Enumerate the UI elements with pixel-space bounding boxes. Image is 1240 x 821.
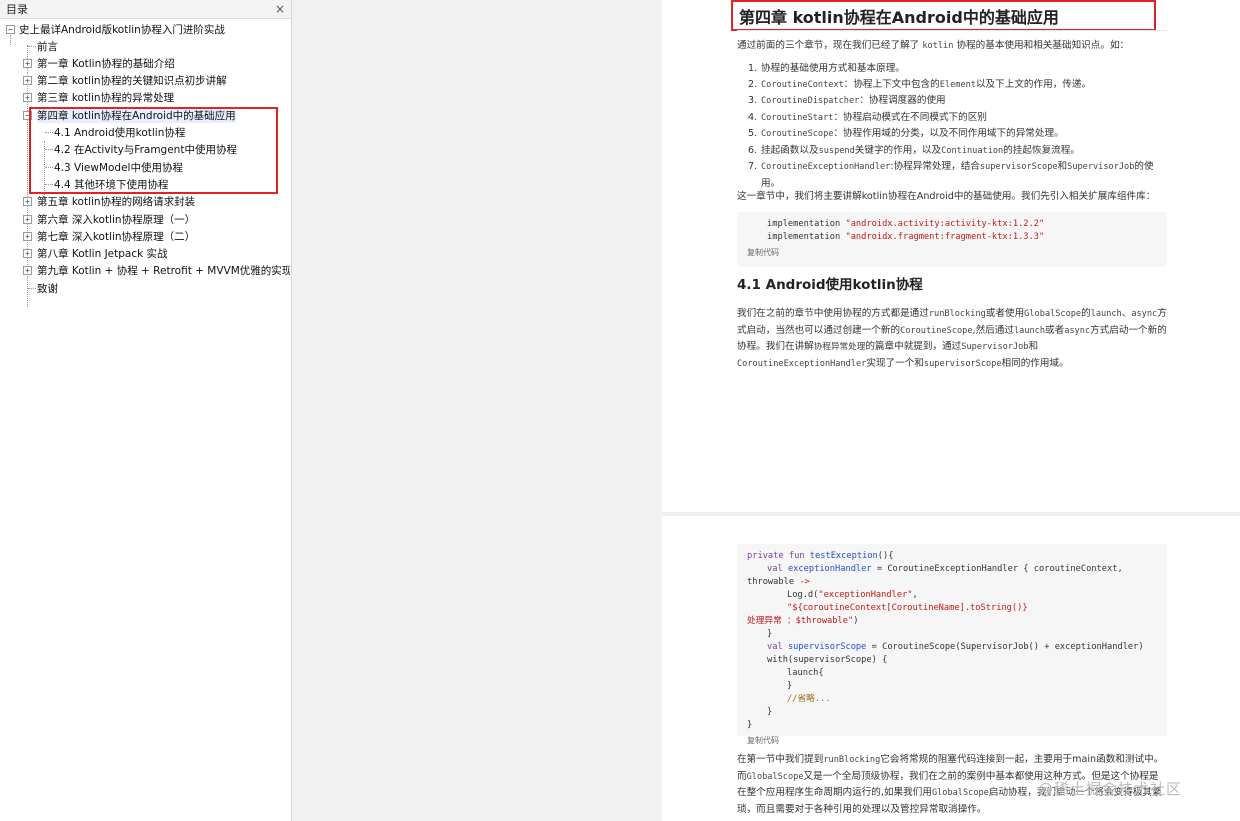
toc-item[interactable]: + 第五章 kotlin协程的网络请求封装	[0, 193, 290, 210]
toc-subitem[interactable]: 4.4 其他环境下使用协程	[0, 176, 290, 193]
copy-code-button[interactable]: 复制代码	[747, 734, 1157, 747]
viewer-background	[292, 0, 662, 821]
toc-subitem-label[interactable]: 4.3 ViewModel中使用协程	[54, 160, 183, 175]
toc-header: 目录 ×	[0, 0, 291, 19]
toc-subitem-label[interactable]: 4.2 在Activity与Framgent中使用协程	[54, 142, 237, 157]
toc-item[interactable]: + 第三章 kotlin协程的异常处理	[0, 89, 290, 106]
toc-item-label[interactable]: 第二章 kotlin协程的关键知识点初步讲解	[37, 73, 227, 88]
toc-item-label[interactable]: 第八章 Kotlin Jetpack 实战	[37, 246, 168, 261]
toc-item-label[interactable]: 第三章 kotlin协程的异常处理	[37, 90, 174, 105]
expand-icon[interactable]: +	[23, 232, 32, 241]
list-item: 6. 挂起函数以及suspend关键字的作用，以及Continuation的挂起恢…	[748, 144, 1080, 156]
toc-item-label[interactable]: 前言	[37, 39, 58, 54]
section-paragraph: 我们在之前的章节中使用协程的方式都是通过runBlocking或者使用Globa…	[737, 308, 1167, 369]
tree-connector	[45, 167, 53, 168]
dependency-code-block: implementation "androidx.activity:activi…	[737, 212, 1167, 267]
tree-connector	[45, 132, 53, 133]
toc-subitem[interactable]: 4.2 在Activity与Framgent中使用协程	[0, 141, 290, 158]
expand-icon[interactable]: +	[23, 266, 32, 275]
tree-connector	[28, 46, 36, 47]
collapse-icon[interactable]: −	[23, 111, 32, 120]
expand-icon[interactable]: +	[23, 215, 32, 224]
toc-root[interactable]: − 史上最详Android版kotlin协程入门进阶实战	[0, 21, 290, 38]
toc-item-chapter4[interactable]: − 第四章 kotlin协程在Android中的基础应用	[0, 107, 290, 124]
expand-icon[interactable]: +	[23, 249, 32, 258]
lead-paragraph: 这一章节中，我们将主要讲解kotlin协程在Android中的基础使用。我们先引…	[737, 191, 1156, 202]
toc-item-label[interactable]: 第九章 Kotlin + 协程 + Retrofit + MVVM优雅的实现网络…	[37, 263, 290, 278]
toc-item[interactable]: 前言	[0, 38, 290, 55]
toc-item-label[interactable]: 第六章 深入kotlin协程原理（一）	[37, 212, 195, 227]
close-icon[interactable]: ×	[275, 2, 285, 16]
toc-item-label[interactable]: 第五章 kotlin协程的网络请求封装	[37, 194, 195, 209]
toc-sidebar: 目录 × − 史上最详Android版kotlin协程入门进阶实战 前言 + 第…	[0, 0, 292, 821]
key-points-list: 1. 协程的基础使用方式和基本原理。 2. CoroutineContext：协程上…	[748, 61, 1168, 191]
toc-item[interactable]: + 第六章 深入kotlin协程原理（一）	[0, 211, 290, 228]
watermark: @稀土掘金技术社区	[1038, 780, 1183, 798]
tree-connector	[45, 184, 53, 185]
toc-tree: − 史上最详Android版kotlin协程入门进阶实战 前言 + 第一章 Ko…	[0, 19, 291, 307]
toc-subitem-label[interactable]: 4.1 Android使用kotlin协程	[54, 125, 185, 140]
expand-icon[interactable]: +	[23, 197, 32, 206]
toc-subitem-label[interactable]: 4.4 其他环境下使用协程	[54, 177, 169, 192]
toc-subitem[interactable]: 4.1 Android使用kotlin协程	[0, 124, 290, 141]
expand-icon[interactable]: +	[23, 59, 32, 68]
toc-title: 目录	[6, 3, 28, 16]
expand-icon[interactable]: +	[23, 93, 32, 102]
toc-item-label[interactable]: 致谢	[37, 281, 58, 296]
tree-connector	[28, 288, 36, 289]
toc-item[interactable]: + 第九章 Kotlin + 协程 + Retrofit + MVVM优雅的实现…	[0, 262, 290, 279]
list-item: 4. CoroutineStart：协程启动模式在不同模式下的区别	[748, 111, 987, 123]
toc-item[interactable]: + 第二章 kotlin协程的关键知识点初步讲解	[0, 72, 290, 89]
toc-item[interactable]: 致谢	[0, 280, 290, 297]
toc-item[interactable]: + 第一章 Kotlin协程的基础介绍	[0, 55, 290, 72]
list-item: 2. CoroutineContext：协程上下文中包含的Element以及下上文…	[748, 78, 1092, 90]
chapter-title: 第四章 kotlin协程在Android中的基础应用	[731, 0, 1156, 31]
list-item: 7. CoroutineExceptionHandler:协程异常处理，结合sup…	[748, 161, 1154, 189]
title-divider	[737, 30, 1167, 31]
section-title: 4.1 Android使用kotlin协程	[737, 277, 923, 293]
list-item: 1. 协程的基础使用方式和基本原理。	[748, 63, 905, 74]
document-page-1: 第四章 kotlin协程在Android中的基础应用 通过前面的三个章节，现在我…	[662, 0, 1240, 512]
toc-item[interactable]: + 第七章 深入kotlin协程原理（二）	[0, 228, 290, 245]
toc-item-label[interactable]: 第七章 深入kotlin协程原理（二）	[37, 229, 195, 244]
list-item: 3. CoroutineDispatcher：协程调度器的使用	[748, 95, 946, 106]
tree-connector	[45, 149, 53, 150]
expand-icon[interactable]: +	[23, 76, 32, 85]
toc-subitem[interactable]: 4.3 ViewModel中使用协程	[0, 159, 290, 176]
toc-root-label[interactable]: 史上最详Android版kotlin协程入门进阶实战	[19, 22, 225, 37]
toc-item-label[interactable]: 第四章 kotlin协程在Android中的基础应用	[37, 108, 236, 124]
list-item: 5. CoroutineScope：协程作用域的分类，以及不同作用域下的异常处理。	[748, 128, 1064, 139]
copy-code-button[interactable]: 复制代码	[747, 246, 1157, 259]
toc-item[interactable]: + 第八章 Kotlin Jetpack 实战	[0, 245, 290, 262]
collapse-icon[interactable]: −	[6, 25, 15, 34]
exception-code-block: private fun testException(){ val excepti…	[737, 544, 1167, 745]
intro-paragraph: 通过前面的三个章节，现在我们已经了解了 kotlin 协程的基本使用和相关基础知…	[737, 40, 1130, 51]
document-page-2: private fun testException(){ val excepti…	[662, 516, 1240, 821]
toc-item-label[interactable]: 第一章 Kotlin协程的基础介绍	[37, 56, 175, 71]
